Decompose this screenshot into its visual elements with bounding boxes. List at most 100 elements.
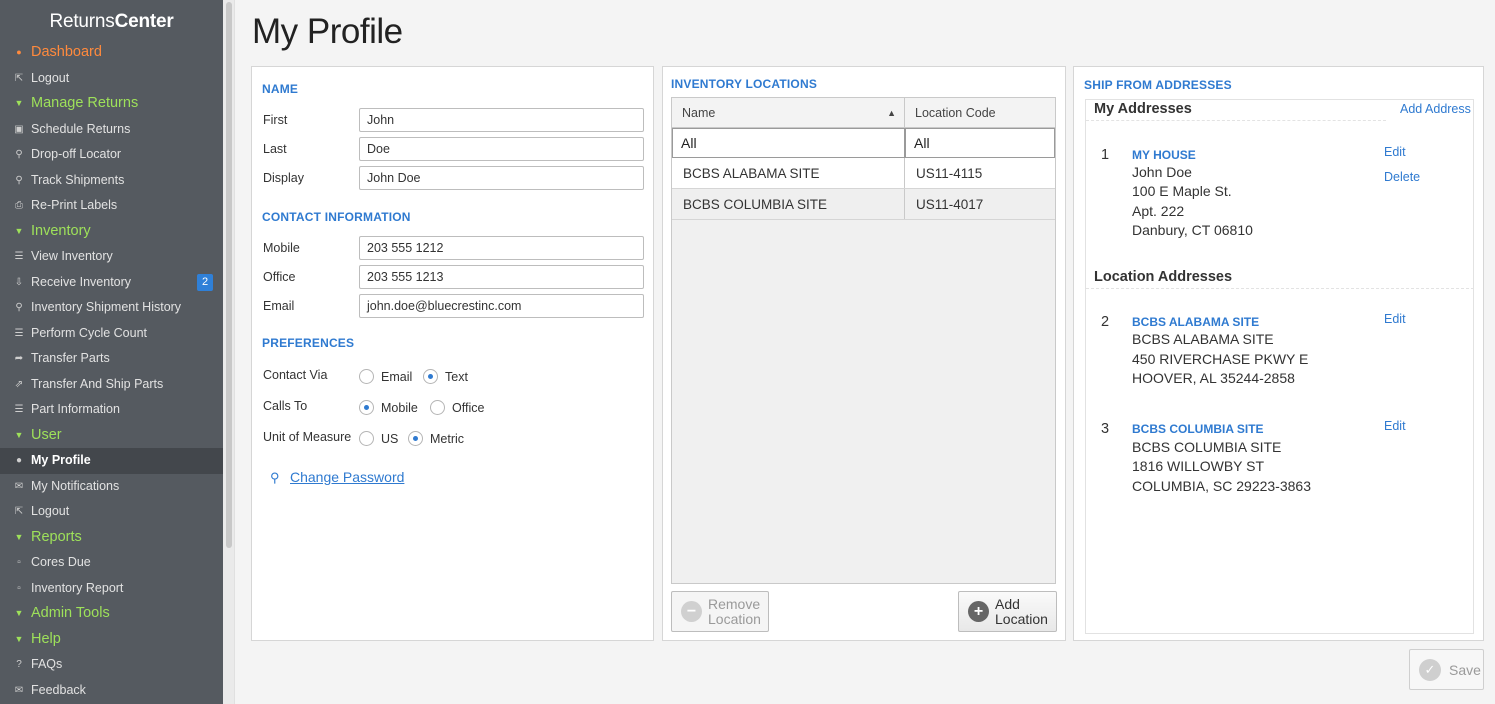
location-addresses-heading: Location Addresses <box>1094 269 1233 285</box>
edit-address-link[interactable]: Edit <box>1384 312 1406 326</box>
column-header-name[interactable]: Name ▲ <box>672 98 905 127</box>
contact-via-email-radio[interactable]: Email <box>359 369 412 384</box>
sidebar-item-my-notifications[interactable]: ✉ My Notifications <box>0 474 223 500</box>
uom-metric-radio[interactable]: Metric <box>408 431 464 446</box>
sidebar-section-reports[interactable]: ▼ Reports <box>0 525 223 551</box>
address-name-link[interactable]: MY HOUSE <box>1132 148 1196 162</box>
address-name-link[interactable]: BCBS ALABAMA SITE <box>1132 315 1259 329</box>
display-name-field[interactable]: John Doe <box>359 166 644 190</box>
sidebar-item-transfer-and-ship-parts[interactable]: ⇗ Transfer And Ship Parts <box>0 372 223 398</box>
radio-circle-selected <box>423 369 438 384</box>
logout-icon: ⇱ <box>14 506 24 517</box>
cell-name: BCBS ALABAMA SITE <box>672 158 905 188</box>
sidebar-item-track-shipments[interactable]: ⚲ Track Shipments <box>0 168 223 194</box>
sidebar-item-my-profile[interactable]: ● My Profile <box>0 448 223 474</box>
add-location-button[interactable]: + Add Location <box>958 591 1057 632</box>
user-icon: ● <box>15 455 23 466</box>
sidebar-section-user[interactable]: ▼ User <box>0 423 223 449</box>
list-icon: ☰ <box>14 327 24 339</box>
column-header-location-code[interactable]: Location Code <box>905 98 1055 127</box>
sidebar-item-view-inventory[interactable]: ☰ View Inventory <box>0 244 223 270</box>
change-password-link[interactable]: ⚲ Change Password <box>270 469 404 486</box>
grid-header: Name ▲ Location Code <box>672 98 1055 128</box>
brand-logo[interactable]: ReturnsCenter <box>0 0 223 40</box>
divider <box>1086 288 1474 289</box>
sidebar-section-manage-returns[interactable]: ▼ Manage Returns <box>0 91 223 117</box>
sidebar-item-faqs[interactable]: ? FAQs <box>0 652 223 678</box>
address-line: HOOVER, AL 35244-2858 <box>1132 370 1295 386</box>
grid-filter-row: All All <box>672 128 1055 158</box>
sidebar-item-schedule-returns[interactable]: ▣ Schedule Returns <box>0 117 223 143</box>
radio-circle-selected <box>408 431 423 446</box>
caret-down-icon: ▼ <box>14 608 24 618</box>
name-section-title: NAME <box>262 82 299 96</box>
add-address-link[interactable]: Add Address <box>1400 102 1471 116</box>
page-title: My Profile <box>252 12 403 51</box>
remove-location-button[interactable]: − Remove Location <box>671 591 769 632</box>
display-name-label: Display <box>263 171 304 185</box>
sidebar-nav: ● Dashboard ⇱ Logout ▼ Manage Returns ▣ Sche… <box>0 40 223 703</box>
table-row[interactable]: BCBS ALABAMA SITE US11-4115 <box>672 158 1055 189</box>
first-name-label: First <box>263 113 288 127</box>
calls-to-label: Calls To <box>263 399 308 413</box>
table-row[interactable]: BCBS COLUMBIA SITE US11-4017 <box>672 189 1055 220</box>
contact-via-label: Contact Via <box>263 368 328 382</box>
home-icon: ● <box>16 47 22 57</box>
external-icon: ⇗ <box>14 378 24 390</box>
sidebar-item-perform-cycle-count[interactable]: ☰ Perform Cycle Count <box>0 321 223 347</box>
office-label: Office <box>263 270 296 284</box>
sidebar-item-feedback[interactable]: ✉ Feedback <box>0 678 223 704</box>
sidebar-scrollbar[interactable] <box>226 2 232 548</box>
office-field[interactable]: 203 555 1213 <box>359 265 644 289</box>
sidebar-item-reprint-labels[interactable]: ⎙ Re-Print Labels <box>0 193 223 219</box>
sidebar-item-part-information[interactable]: ☰ Part Information <box>0 397 223 423</box>
edit-address-link[interactable]: Edit <box>1384 145 1406 159</box>
location-code-filter-input[interactable]: All <box>905 128 1055 158</box>
contact-section-title: CONTACT INFORMATION <box>262 210 411 224</box>
first-name-field[interactable]: John <box>359 108 644 132</box>
email-field[interactable]: john.doe@bluecrestinc.com <box>359 294 644 318</box>
profile-panel: NAME First John Last Doe Display John Do… <box>251 66 654 641</box>
cell-location-code: US11-4017 <box>916 197 984 212</box>
delete-address-link[interactable]: Delete <box>1384 170 1420 184</box>
sidebar-item-dashboard[interactable]: ● Dashboard <box>0 40 223 66</box>
sidebar-item-cores-due[interactable]: ▫ Cores Due <box>0 550 223 576</box>
notification-badge: 2 <box>197 273 213 291</box>
calls-to-office-radio[interactable]: Office <box>430 400 484 415</box>
file-icon: ▫ <box>17 582 21 594</box>
save-button[interactable]: ✓ Save <box>1409 649 1484 690</box>
my-addresses-heading: My Addresses <box>1094 101 1192 117</box>
calls-to-mobile-radio[interactable]: Mobile <box>359 400 418 415</box>
radio-circle-selected <box>359 400 374 415</box>
sidebar-section-inventory[interactable]: ▼ Inventory <box>0 219 223 245</box>
address-line: 1816 WILLOWBY ST <box>1132 458 1265 474</box>
mobile-field[interactable]: 203 555 1212 <box>359 236 644 260</box>
sidebar-item-inventory-shipment-history[interactable]: ⚲ Inventory Shipment History <box>0 295 223 321</box>
last-name-field[interactable]: Doe <box>359 137 644 161</box>
map-pin-icon: ⚲ <box>15 149 23 160</box>
search-icon: ⚲ <box>15 302 23 313</box>
sidebar-item-drop-off-locator[interactable]: ⚲ Drop-off Locator <box>0 142 223 168</box>
edit-address-link[interactable]: Edit <box>1384 419 1406 433</box>
address-name-link[interactable]: BCBS COLUMBIA SITE <box>1132 422 1264 436</box>
sidebar-item-receive-inventory[interactable]: ⇩ Receive Inventory 2 <box>0 270 223 296</box>
address-line: 100 E Maple St. <box>1132 183 1232 199</box>
truck-icon: ▣ <box>14 123 24 135</box>
sidebar-item-logout-2[interactable]: ⇱ Logout <box>0 499 223 525</box>
sidebar-section-admin-tools[interactable]: ▼ Admin Tools <box>0 601 223 627</box>
uom-us-radio[interactable]: US <box>359 431 398 446</box>
address-line: BCBS COLUMBIA SITE <box>1132 439 1282 455</box>
name-filter-input[interactable]: All <box>672 128 905 158</box>
sidebar-item-transfer-parts[interactable]: ➦ Transfer Parts <box>0 346 223 372</box>
radio-circle <box>430 400 445 415</box>
contact-via-text-radio[interactable]: Text <box>423 369 468 384</box>
sidebar-item-logout[interactable]: ⇱ Logout <box>0 66 223 92</box>
divider <box>1086 120 1386 121</box>
sidebar-item-inventory-report[interactable]: ▫ Inventory Report <box>0 576 223 602</box>
caret-down-icon: ▼ <box>14 633 24 644</box>
download-icon: ⇩ <box>14 276 24 288</box>
sidebar-section-help[interactable]: ▼ Help <box>0 627 223 653</box>
cell-name: BCBS COLUMBIA SITE <box>672 189 905 219</box>
mobile-label: Mobile <box>263 241 300 255</box>
logout-icon: ⇱ <box>14 72 24 84</box>
